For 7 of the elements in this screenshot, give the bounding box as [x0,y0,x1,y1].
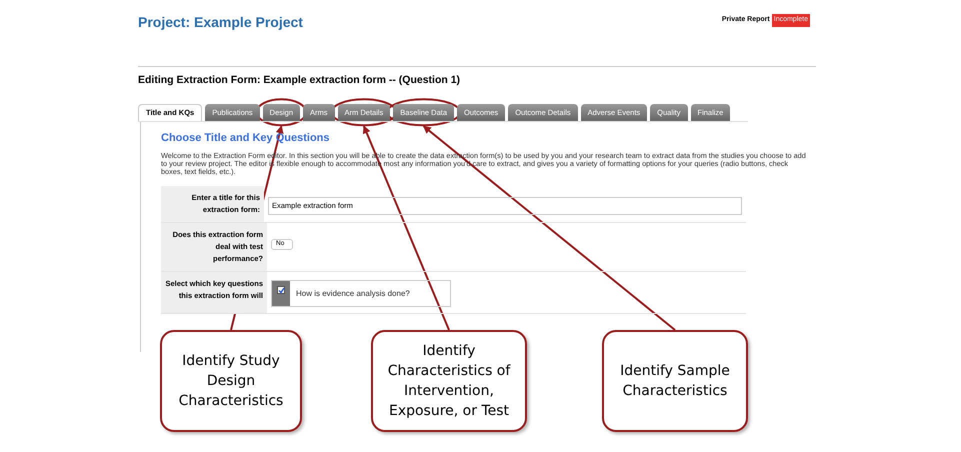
callout-box: Identify Sample Characteristics [602,330,748,432]
checkbox[interactable] [277,286,285,294]
callout-box: Identify Study Design Characteristics [160,330,302,432]
project-title: Project: Example Project [138,13,303,32]
callout-box: Identify Characteristics of Intervention, Exposure, or Test [371,330,527,432]
form-heading: Editing Extraction Form: Example extraction form -- (Question 1) [138,73,462,88]
option-label: How is evidence analysis done? [296,288,410,300]
